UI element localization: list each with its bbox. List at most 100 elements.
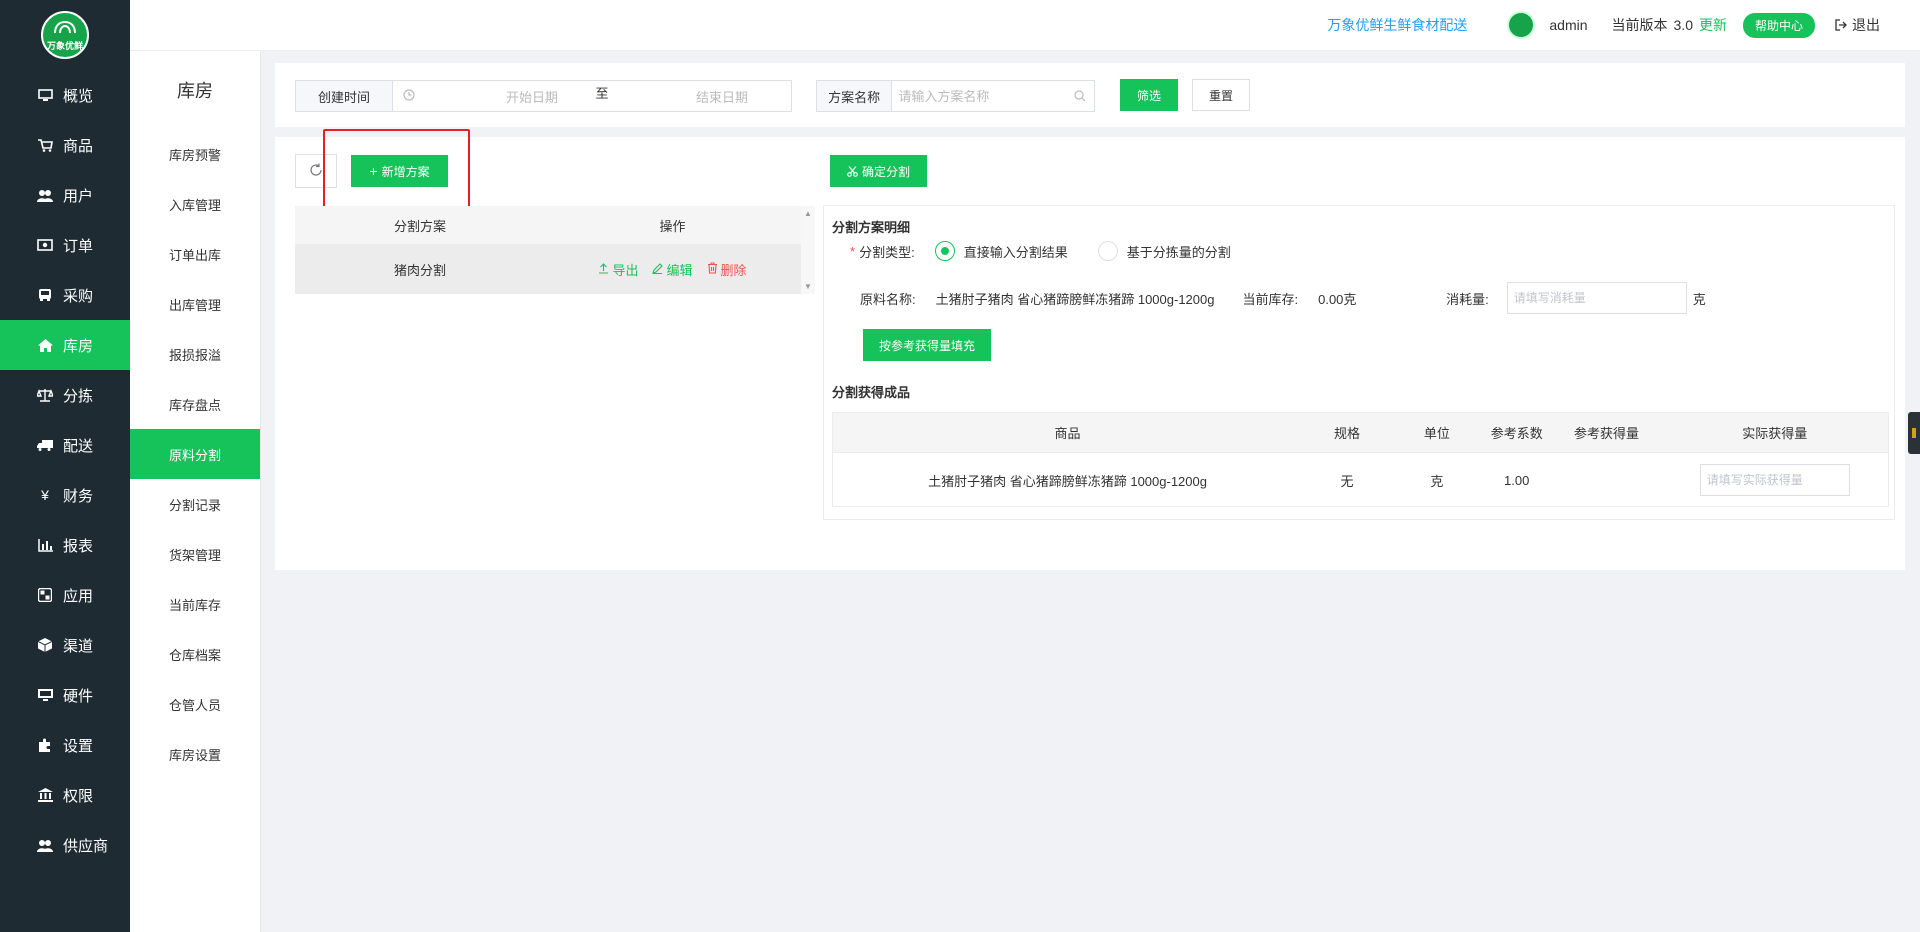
logout-button[interactable]: 退出 [1835, 15, 1880, 35]
subnav-item-warehouse-files[interactable]: 仓库档案 [130, 629, 260, 679]
nav-label: 分拣 [63, 387, 94, 405]
fill-by-reference-button[interactable]: 按参考获得量填充 [863, 329, 991, 361]
nav-item-finance[interactable]: ¥ 财务 [0, 470, 130, 520]
subnav-title: 库房 [177, 81, 213, 101]
edit-link[interactable]: 编辑 [652, 260, 693, 279]
nav-item-settings[interactable]: 设置 [0, 720, 130, 770]
export-link[interactable]: 导出 [598, 260, 638, 279]
subnav-item-inbound[interactable]: 入库管理 [130, 179, 260, 229]
consume-label: 消耗量: [1446, 291, 1489, 307]
subnav-item-shelves[interactable]: 货架管理 [130, 529, 260, 579]
nav-label: 硬件 [63, 687, 94, 705]
username[interactable]: admin [1549, 17, 1587, 33]
product-unit: 克 [1430, 473, 1444, 489]
nav-label: 应用 [63, 587, 94, 605]
nav-item-permissions[interactable]: 权限 [0, 770, 130, 820]
created-time-label: 创建时间 [296, 81, 393, 111]
company-link[interactable]: 万象优鲜生鲜食材配送 [1327, 15, 1467, 35]
export-label: 导出 [612, 262, 639, 278]
nav-item-apps[interactable]: 应用 [0, 570, 130, 620]
range-separator: 至 [595, 85, 609, 101]
delete-link[interactable]: 删除 [707, 260, 747, 279]
nav-item-hardware[interactable]: 硬件 [0, 670, 130, 720]
nav-item-warehouse[interactable]: 库房 [0, 320, 130, 370]
required-mark: * [850, 243, 856, 259]
actual-amount-cell [1661, 464, 1888, 496]
delete-label: 删除 [720, 262, 747, 278]
start-date-input[interactable]: 开始日期 [472, 87, 592, 106]
subnav-item-material-split[interactable]: 原料分割 [130, 429, 260, 479]
radio-dot [1097, 241, 1118, 261]
help-center-button[interactable]: 帮助中心 [1742, 12, 1815, 38]
side-drawer-handle[interactable] [1908, 412, 1920, 454]
col-plan: 分割方案 [393, 218, 446, 234]
nav-label: 订单 [63, 237, 94, 255]
nav-label: 报表 [63, 537, 94, 555]
radio-sorting-label: 基于分拣量的分割 [1126, 244, 1231, 260]
end-date-input[interactable]: 结束日期 [662, 87, 782, 106]
table-scrollbar[interactable]: ▲ ▼ [801, 206, 815, 294]
subnav-item-stocktake[interactable]: 库存盘点 [130, 379, 260, 429]
radio-direct-input[interactable]: 直接输入分割结果 [934, 241, 1068, 261]
scissors-icon [847, 165, 858, 177]
product-name: 土猪肘子猪肉 省心猪蹄膀鲜冻猪蹄 1000g-1200g [928, 473, 1207, 489]
nav-item-channels[interactable]: 渠道 [0, 620, 130, 670]
avatar[interactable] [1507, 11, 1536, 39]
col-actions: 操作 [659, 218, 686, 234]
nav-item-sorting[interactable]: 分拣 [0, 370, 130, 420]
nav-label: 用户 [63, 187, 94, 205]
nav-item-overview[interactable]: 概览 [0, 70, 130, 120]
logo[interactable]: 万象优鲜 [0, 0, 130, 70]
consume-input[interactable] [1506, 282, 1687, 314]
col-product: 商品 [1054, 426, 1081, 441]
nav-item-goods[interactable]: 商品 [0, 120, 130, 170]
supplier-users-icon [36, 839, 54, 852]
plan-name-input[interactable] [892, 82, 1075, 110]
date-range-picker[interactable]: 创建时间 开始日期 至 结束日期 [295, 80, 792, 112]
radio-dot [934, 241, 955, 261]
bus-icon [36, 288, 54, 302]
nav-item-suppliers[interactable]: 供应商 [0, 820, 130, 870]
subnav-item-order-outbound[interactable]: 订单出库 [130, 229, 260, 279]
subnav-item-split-records[interactable]: 分割记录 [130, 479, 260, 529]
logo-icon: 万象优鲜 [41, 11, 89, 59]
highlight-box [323, 129, 470, 210]
col-actual-amount: 实际获得量 [1742, 426, 1808, 441]
nav-label: 商品 [63, 137, 94, 155]
table-row[interactable]: 猪肉分割 导出 编辑 删除 [295, 244, 815, 294]
nav-label: 概览 [63, 87, 94, 105]
reset-button[interactable]: 重置 [1192, 79, 1250, 111]
nav-item-orders[interactable]: 订单 [0, 220, 130, 270]
result-table: 商品 规格 单位 参考系数 参考获得量 实际获得量 土猪肘子猪肉 省心猪蹄膀鲜冻… [832, 412, 1889, 507]
update-link[interactable]: 更新 [1699, 15, 1727, 35]
nav-item-users[interactable]: 用户 [0, 170, 130, 220]
subnav-item-outbound[interactable]: 出库管理 [130, 279, 260, 329]
monitor-icon [36, 88, 54, 102]
nav-item-purchase[interactable]: 采购 [0, 270, 130, 320]
split-type-label: 分割类型: [859, 244, 915, 260]
scroll-up-icon: ▲ [804, 209, 812, 218]
filter-button[interactable]: 筛选 [1120, 79, 1178, 111]
confirm-split-button[interactable]: 确定分割 [830, 155, 927, 187]
nav-label: 采购 [63, 287, 94, 305]
edit-icon [652, 262, 664, 277]
subnav-item-current-stock[interactable]: 当前库存 [130, 579, 260, 629]
nav-item-delivery[interactable]: 配送 [0, 420, 130, 470]
warehouse-subnav: 库房 库房预警 入库管理 订单出库 出库管理 报损报溢 库存盘点 原料分割 分割… [130, 51, 261, 932]
subnav-item-warehouse-settings[interactable]: 库房设置 [130, 729, 260, 779]
material-value: 土猪肘子猪肉 省心猪蹄膀鲜冻猪蹄 1000g-1200g [935, 291, 1215, 307]
plan-name-label: 方案名称 [817, 81, 893, 111]
subnav-item-loss-gain[interactable]: 报损报溢 [130, 329, 260, 379]
nav-item-reports[interactable]: 报表 [0, 520, 130, 570]
subnav-item-keepers[interactable]: 仓管人员 [130, 679, 260, 729]
col-spec: 规格 [1334, 426, 1361, 441]
result-table-header: 商品 规格 单位 参考系数 参考获得量 实际获得量 [833, 413, 1888, 452]
consume-unit: 克 [1692, 291, 1706, 307]
users-icon [36, 189, 54, 202]
row-actions: 导出 编辑 删除 [545, 260, 800, 279]
search-icon[interactable] [1074, 90, 1094, 102]
subnav-item-warning[interactable]: 库房预警 [130, 129, 260, 179]
radio-sorting-based[interactable]: 基于分拣量的分割 [1097, 241, 1231, 261]
actual-amount-input[interactable] [1699, 464, 1850, 496]
logout-label: 退出 [1852, 17, 1880, 33]
